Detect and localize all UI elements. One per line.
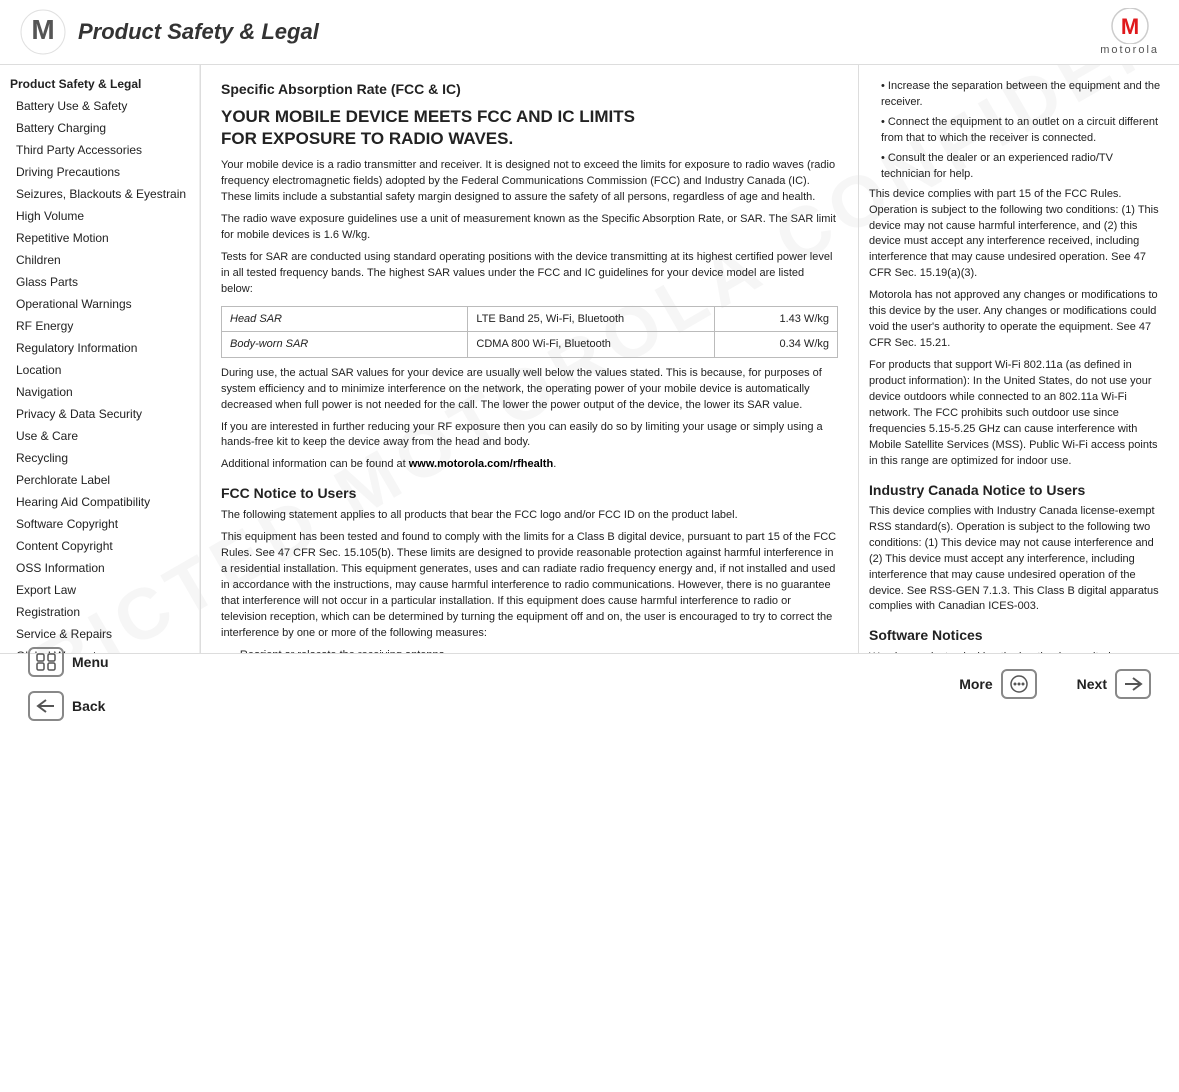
rfhealth-link[interactable]: www.motorola.com/rfhealth <box>409 458 553 470</box>
sidebar-item[interactable]: Perchlorate Label <box>6 469 199 491</box>
sidebar-item[interactable]: Export Law <box>6 579 199 601</box>
main-layout: Product Safety & Legal Battery Use & Saf… <box>0 65 1179 653</box>
motorola-brand-logo: M motorola <box>1100 8 1159 56</box>
sar-row-band: CDMA 800 Wi-Fi, Bluetooth <box>468 332 714 358</box>
sar-table-row: Head SAR LTE Band 25, Wi-Fi, Bluetooth 1… <box>222 306 838 332</box>
sidebar-item[interactable]: OSS Information <box>6 557 199 579</box>
sar-para1: Your mobile device is a radio transmitte… <box>221 158 838 206</box>
more-button[interactable]: More <box>951 665 1044 703</box>
sar-table: Head SAR LTE Band 25, Wi-Fi, Bluetooth 1… <box>221 306 838 358</box>
back-icon <box>28 691 64 721</box>
sidebar-item[interactable]: Use & Care <box>6 425 199 447</box>
svg-text:M: M <box>31 14 54 45</box>
sidebar-item[interactable]: Regulatory Information <box>6 337 199 359</box>
sidebar-item[interactable]: Software Copyright <box>6 513 199 535</box>
software-title: Software Notices <box>869 625 1165 645</box>
sar-para6: Additional information can be found at w… <box>221 457 838 473</box>
sar-main-heading: YOUR MOBILE DEVICE MEETS FCC AND IC LIMI… <box>221 106 838 150</box>
menu-label: Menu <box>72 654 109 670</box>
sar-para5: If you are interested in further reducin… <box>221 420 838 452</box>
fcc-title: FCC Notice to Users <box>221 483 838 504</box>
footer-nav: Menu Back More N <box>0 653 1179 713</box>
fcc-para1: The following statement applies to all p… <box>221 508 838 524</box>
header: M Product Safety & Legal M motorola <box>0 0 1179 65</box>
sidebar-item[interactable]: Recycling <box>6 447 199 469</box>
sar-row-value: 0.34 W/kg <box>714 332 837 358</box>
sar-para4: During use, the actual SAR values for yo… <box>221 366 838 414</box>
back-button[interactable]: Back <box>20 687 117 725</box>
para-motorola: Motorola has not approved any changes or… <box>869 288 1165 352</box>
motorola-m-icon: M <box>20 9 66 55</box>
sidebar-item-top[interactable]: Product Safety & Legal <box>6 73 199 95</box>
sar-para2: The radio wave exposure guidelines use a… <box>221 212 838 244</box>
sidebar-item[interactable]: Repetitive Motion <box>6 227 199 249</box>
sar-row-label: Body-worn SAR <box>222 332 468 358</box>
right-bullet: Increase the separation between the equi… <box>881 79 1165 111</box>
sar-row-band: LTE Band 25, Wi-Fi, Bluetooth <box>468 306 714 332</box>
sidebar-item[interactable]: Third Party Accessories <box>6 139 199 161</box>
sidebar-item[interactable]: High Volume <box>6 205 199 227</box>
industry-title: Industry Canada Notice to Users <box>869 480 1165 500</box>
sidebar-item[interactable]: Location <box>6 359 199 381</box>
sidebar-item[interactable]: Battery Use & Safety <box>6 95 199 117</box>
sidebar-item[interactable]: Driving Precautions <box>6 161 199 183</box>
sar-row-label: Head SAR <box>222 306 468 332</box>
sar-table-row: Body-worn SAR CDMA 800 Wi-Fi, Bluetooth … <box>222 332 838 358</box>
more-label: More <box>959 676 992 692</box>
sidebar-item[interactable]: Registration <box>6 601 199 623</box>
next-icon <box>1115 669 1151 699</box>
industry-para: This device complies with Industry Canad… <box>869 504 1165 616</box>
sidebar-item[interactable]: Operational Warnings <box>6 293 199 315</box>
sar-para3: Tests for SAR are conducted using standa… <box>221 250 838 298</box>
columns-wrapper: Specific Absorption Rate (FCC & IC) YOUR… <box>201 65 1179 653</box>
sar-section-title: Specific Absorption Rate (FCC & IC) <box>221 79 838 100</box>
next-button[interactable]: Next <box>1069 665 1159 703</box>
para-fcc-rules: This device complies with part 15 of the… <box>869 187 1165 283</box>
sidebar-item[interactable]: Privacy & Data Security <box>6 403 199 425</box>
page-title: Product Safety & Legal <box>78 19 319 45</box>
para-wifi: For products that support Wi-Fi 802.11a … <box>869 358 1165 470</box>
fcc-para2: This equipment has been tested and found… <box>221 530 838 642</box>
menu-button[interactable]: Menu <box>20 643 117 681</box>
more-icon <box>1001 669 1037 699</box>
sidebar-item[interactable]: Glass Parts <box>6 271 199 293</box>
sidebar-item[interactable]: Battery Charging <box>6 117 199 139</box>
sidebar-item[interactable]: Seizures, Blackouts & Eyestrain <box>6 183 199 205</box>
right-bullet: Connect the equipment to an outlet on a … <box>881 115 1165 147</box>
sidebar-item[interactable]: RF Energy <box>6 315 199 337</box>
sar-row-value: 1.43 W/kg <box>714 306 837 332</box>
motorola-brand-text: motorola <box>1100 44 1159 56</box>
sidebar-item[interactable]: Children <box>6 249 199 271</box>
svg-text:M: M <box>1120 14 1138 39</box>
menu-icon <box>28 647 64 677</box>
sidebar-item[interactable]: Navigation <box>6 381 199 403</box>
sidebar-item[interactable]: Hearing Aid Compatibility <box>6 491 199 513</box>
right-bullet: Consult the dealer or an experienced rad… <box>881 151 1165 183</box>
right-column: Increase the separation between the equi… <box>859 65 1179 653</box>
content-area: Specific Absorption Rate (FCC & IC) YOUR… <box>201 65 858 653</box>
next-label: Next <box>1077 676 1107 692</box>
sidebar-item[interactable]: Content Copyright <box>6 535 199 557</box>
motorola-m-right-icon: M <box>1108 8 1152 44</box>
back-label: Back <box>72 698 105 714</box>
sidebar: Product Safety & Legal Battery Use & Saf… <box>0 65 200 653</box>
